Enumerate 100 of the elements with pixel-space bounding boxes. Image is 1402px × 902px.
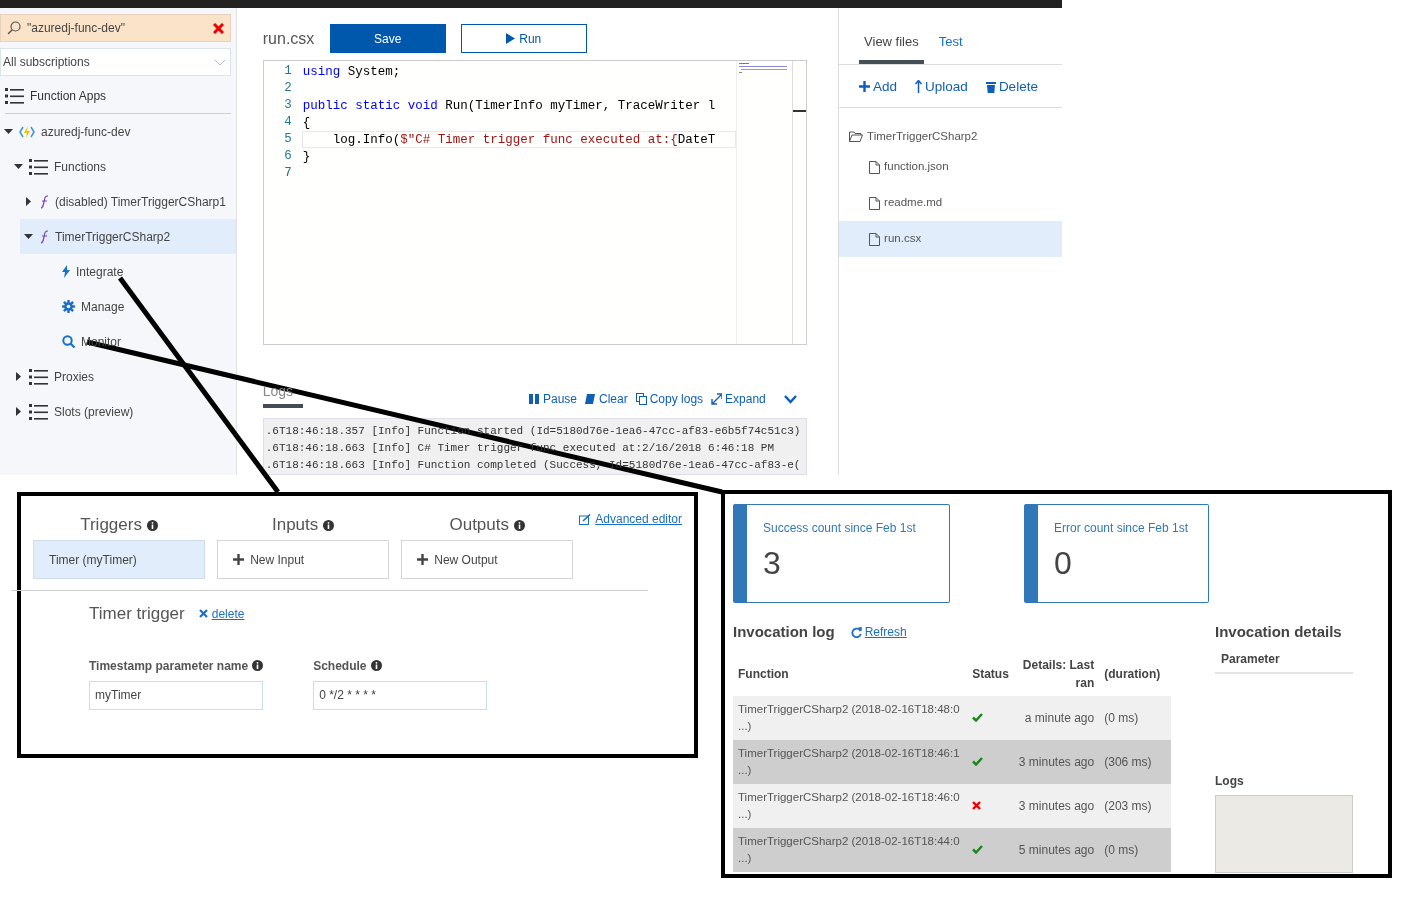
- input-field[interactable]: 0 */2 * * * *: [313, 680, 488, 710]
- binding-item[interactable]: Timer (myTimer): [33, 540, 206, 579]
- search-box[interactable]: "azuredj-func-dev": [0, 14, 231, 42]
- scrollbar-thumb: [792, 110, 806, 112]
- upload-button[interactable]: Upload: [915, 76, 968, 97]
- tab[interactable]: Test: [933, 30, 968, 64]
- table-cell: (306 ms): [1099, 739, 1171, 784]
- field-label: Schedule: [313, 657, 367, 675]
- code-line: public static void Run(TimerInfo myTimer, TraceWriter l: [301, 98, 717, 114]
- tree-item[interactable]: Integrate: [58, 254, 236, 289]
- table-cell: TimerTriggerCSharp2 (2018-02-16T18:44:0 ...): [733, 827, 968, 872]
- info-icon: [514, 519, 525, 531]
- code-editor[interactable]: 1 using System; 2 3 public static void Run(TimerInfo myTimer, TraceWriter l 4 { 5 log.Info($"C# Timer trigger func executed at:{DateT 6 } 7: [262, 60, 807, 345]
- binding-item[interactable]: New Input: [217, 540, 390, 579]
- delete-link[interactable]: delete: [198, 604, 245, 623]
- tree-item[interactable]: Proxies: [10, 359, 236, 394]
- line-number: 6: [283, 148, 293, 165]
- caret-right-icon[interactable]: [14, 372, 23, 381]
- file-item[interactable]: run.csx: [839, 221, 1062, 257]
- clear-icon[interactable]: [212, 22, 224, 34]
- expand-button[interactable]: Expand: [711, 390, 766, 408]
- add-button[interactable]: Add: [859, 76, 898, 97]
- gear-icon: [62, 300, 75, 313]
- caret-down-icon[interactable]: [24, 232, 33, 241]
- input-field[interactable]: myTimer: [89, 680, 263, 710]
- function-icon: [39, 229, 49, 244]
- copy-button[interactable]: Copy logs: [635, 390, 704, 408]
- refresh-icon: [850, 626, 862, 638]
- stat-label: Error count since Feb 1st: [1054, 520, 1190, 537]
- table-cell: 3 minutes ago: [1013, 783, 1100, 828]
- stat-label: Success count since Feb 1st: [763, 520, 917, 537]
- copy-icon: [635, 393, 647, 405]
- function-icon: [39, 194, 49, 209]
- folder-name: TimerTriggerCSharp2: [867, 128, 978, 144]
- plus-icon: [859, 81, 871, 93]
- file-icon: [869, 232, 881, 246]
- list-icon: [29, 367, 48, 386]
- info-icon: [323, 519, 335, 531]
- line-number: 4: [283, 114, 293, 131]
- caret-down-icon[interactable]: [14, 162, 23, 171]
- section-header: Function Apps: [30, 87, 107, 105]
- subscription-dropdown[interactable]: All subscriptions: [3, 53, 214, 71]
- line-number: 3: [283, 97, 293, 114]
- binding-item[interactable]: New Output: [401, 540, 574, 579]
- tab[interactable]: View files: [859, 30, 924, 64]
- play-icon: [506, 33, 516, 44]
- close-icon: [198, 609, 208, 619]
- search-field[interactable]: "azuredj-func-dev": [27, 19, 207, 37]
- expand-icon: [711, 393, 723, 405]
- chevron-down-icon: [213, 58, 226, 66]
- column-header: Function: [733, 651, 968, 696]
- clear-button[interactable]: Clear: [585, 390, 628, 408]
- tree-item[interactable]: Monitor: [58, 324, 236, 359]
- upload-icon: [915, 80, 923, 94]
- plus-icon: [417, 554, 429, 565]
- list-icon: [29, 157, 48, 176]
- line-number: 1: [283, 63, 293, 80]
- column-title: Inputs: [272, 514, 319, 537]
- pause-button[interactable]: Pause: [528, 390, 577, 408]
- column-header: (duration): [1099, 651, 1171, 696]
- lightning-icon: [62, 265, 70, 278]
- file-item[interactable]: readme.md: [839, 185, 1062, 221]
- save-button[interactable]: Save: [329, 24, 446, 53]
- column-title: Triggers: [80, 514, 142, 537]
- list-icon: [29, 402, 48, 421]
- caret-right-icon[interactable]: [24, 197, 33, 206]
- plus-icon: [233, 554, 245, 565]
- caret-right-icon[interactable]: [14, 407, 23, 416]
- delete-button[interactable]: Delete: [985, 76, 1038, 97]
- info-icon: [146, 519, 158, 531]
- column-title: Outputs: [449, 514, 509, 537]
- caret-down-icon[interactable]: [4, 127, 13, 136]
- search-icon: [62, 335, 75, 348]
- chevron-down-icon[interactable]: [783, 394, 797, 404]
- file-icon: [869, 160, 881, 174]
- table-cell: (0 ms): [1099, 695, 1171, 740]
- tree-item[interactable]: Slots (preview): [10, 394, 236, 429]
- column-header: Details: Last ran: [1013, 651, 1100, 696]
- table-cell: a minute ago: [1013, 695, 1100, 740]
- table-cell: 3 minutes ago: [1013, 739, 1100, 784]
- function-app-icon: [19, 124, 35, 139]
- tree-item[interactable]: TimerTriggerCSharp2: [20, 219, 236, 254]
- column-header: Parameter: [1215, 643, 1353, 674]
- run-button[interactable]: Run: [460, 24, 587, 53]
- advanced-editor-link[interactable]: Advanced editor: [579, 510, 682, 528]
- column-header: Status: [967, 651, 1014, 696]
- refresh-link[interactable]: Refresh: [850, 623, 907, 642]
- subscription-select[interactable]: All subscriptions: [0, 48, 231, 76]
- section-title: Timer trigger: [89, 603, 185, 625]
- code-line: using System;: [301, 64, 402, 80]
- folder-icon: [849, 130, 864, 142]
- file-item[interactable]: function.json: [839, 149, 1062, 185]
- line-number: 7: [283, 165, 293, 182]
- tree-item[interactable]: azuredj-func-dev: [0, 114, 236, 149]
- code-line: {: [301, 115, 312, 131]
- edit-icon: [579, 513, 592, 525]
- tree-item[interactable]: Functions: [10, 149, 236, 184]
- logs-label: Logs: [1215, 772, 1245, 790]
- tree-item[interactable]: Manage: [58, 289, 236, 324]
- tree-item[interactable]: (disabled) TimerTriggerCSharp1: [20, 184, 236, 219]
